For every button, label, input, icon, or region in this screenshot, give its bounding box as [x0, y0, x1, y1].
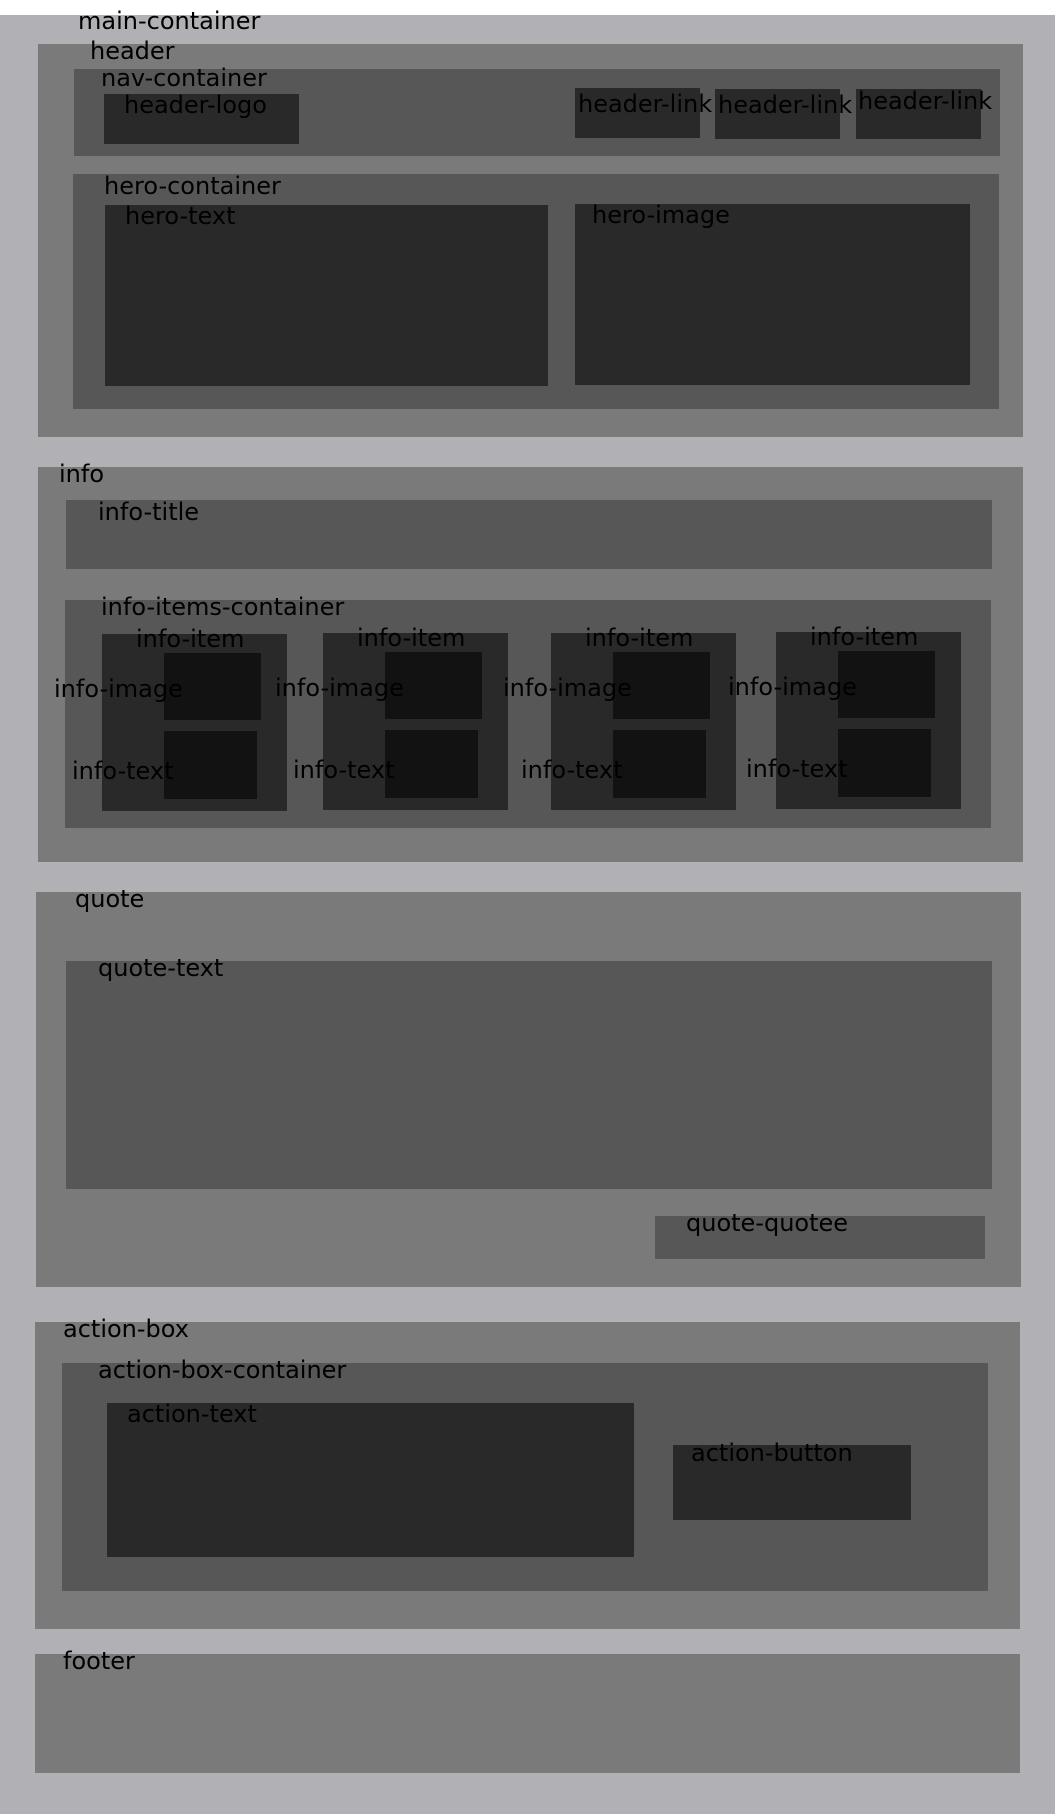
- quote-quotee-label: quote-quotee: [686, 1209, 849, 1237]
- action-text-label: action-text: [127, 1400, 257, 1428]
- info-text-4: [838, 729, 931, 797]
- header-link-3-label: header-link: [858, 87, 993, 115]
- info-item-3-label: info-item: [585, 624, 694, 652]
- info-text-3: [613, 730, 706, 798]
- info-title-label: info-title: [98, 498, 200, 526]
- nav-container-label: nav-container: [101, 64, 267, 92]
- main-container-label: main-container: [78, 7, 261, 35]
- footer-label: footer: [63, 1647, 135, 1675]
- action-box-label: action-box: [63, 1315, 189, 1343]
- info-image-4-label: info-image: [728, 673, 857, 701]
- info-text-2: [385, 730, 478, 798]
- header-label: header: [90, 37, 175, 65]
- info-text-4-label: info-text: [746, 755, 848, 783]
- info-item-4-label: info-item: [810, 623, 919, 651]
- header-link-1-label: header-link: [578, 90, 713, 118]
- quote-text-label: quote-text: [98, 954, 224, 982]
- footer: [35, 1654, 1020, 1773]
- info-item-1-label: info-item: [136, 625, 245, 653]
- info-label: info: [59, 460, 105, 488]
- info-text-1: [164, 731, 257, 799]
- info-items-container-label: info-items-container: [101, 593, 345, 621]
- hero-image: [575, 204, 970, 385]
- hero-container-label: hero-container: [104, 172, 281, 200]
- info-text-3-label: info-text: [521, 756, 623, 784]
- info-item-2-label: info-item: [357, 624, 466, 652]
- header-link-2-label: header-link: [718, 91, 853, 119]
- info-title: [66, 500, 992, 569]
- info-image-3-label: info-image: [503, 674, 632, 702]
- info-image-2-label: info-image: [275, 674, 404, 702]
- quote-label: quote: [75, 885, 145, 913]
- hero-image-label: hero-image: [592, 201, 730, 229]
- action-button-label: action-button: [691, 1439, 853, 1467]
- info-text-2-label: info-text: [293, 756, 395, 784]
- hero-text-label: hero-text: [125, 202, 236, 230]
- hero-text: [105, 205, 548, 386]
- quote-text: [66, 961, 992, 1189]
- info-text-1-label: info-text: [72, 757, 174, 785]
- header-logo-label: header-logo: [124, 91, 267, 119]
- info-image-1-label: info-image: [54, 675, 183, 703]
- action-box-container-label: action-box-container: [98, 1356, 347, 1384]
